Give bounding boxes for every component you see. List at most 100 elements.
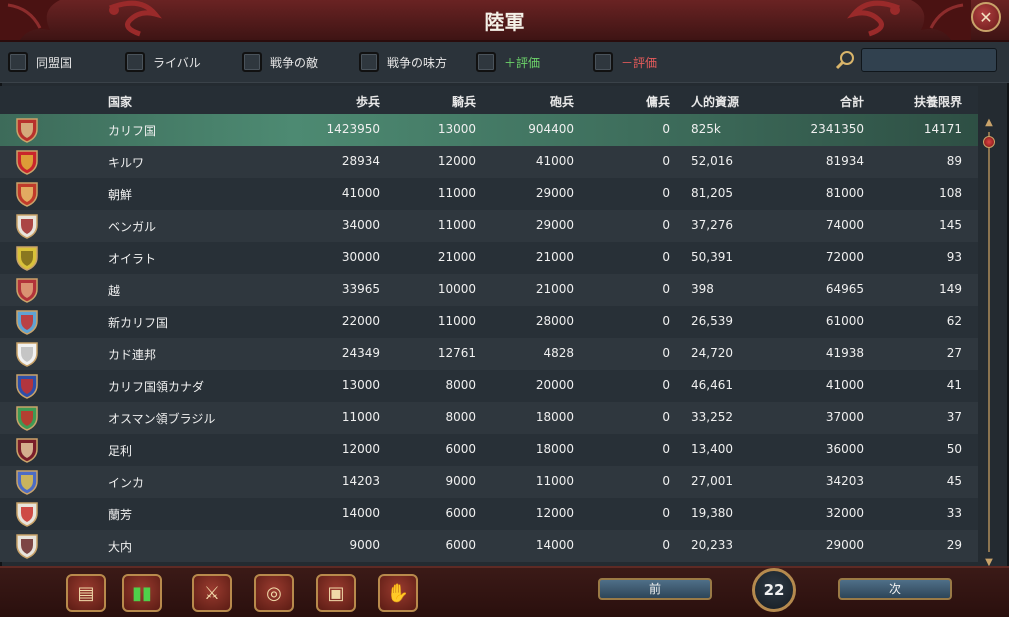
army-button[interactable]: ⚔ — [192, 574, 232, 612]
close-button[interactable]: ✕ — [971, 2, 1001, 32]
artillery-value: 904400 — [528, 122, 574, 136]
search-input[interactable] — [861, 48, 997, 72]
manpower-value: 81,205 — [691, 186, 733, 200]
ornament-right-icon — [911, 0, 971, 40]
filter-label: 戦争の敵 — [270, 55, 319, 70]
artillery-value: 11000 — [535, 474, 574, 488]
country-name: インカ — [108, 476, 145, 490]
infantry-value: 22000 — [341, 314, 380, 328]
checkbox[interactable] — [242, 52, 262, 72]
column-header-artillery[interactable]: 砲兵 — [494, 93, 574, 110]
table-row[interactable]: ベンガル 34000 11000 29000 0 37,276 74000 145 — [0, 210, 978, 242]
country-name: オスマン領ブラジル — [108, 412, 216, 426]
table-header: 国家 歩兵 騎兵 砲兵 傭兵 人的資源 合計 扶養限界 — [0, 86, 978, 116]
cavalry-value: 9000 — [445, 474, 476, 488]
table-row[interactable]: 足利 12000 6000 18000 0 13,400 36000 50 — [0, 434, 978, 466]
table-row[interactable]: オスマン領ブラジル 11000 8000 18000 0 33,252 37000 37 — [0, 402, 978, 434]
column-header-force-limit[interactable]: 扶養限界 — [880, 93, 962, 110]
table-row[interactable]: 朝鮮 41000 11000 29000 0 81,205 81000 108 — [0, 178, 978, 210]
cavalry-value: 6000 — [445, 538, 476, 552]
column-header-infantry[interactable]: 歩兵 — [300, 93, 380, 110]
country-shield-icon — [16, 214, 38, 239]
manpower-value: 33,252 — [691, 410, 733, 424]
table-row[interactable]: カリフ国 1423950 13000 904400 0 825k 2341350 14171 — [0, 114, 978, 146]
economy-button[interactable]: ◎ — [254, 574, 294, 612]
ledger-button[interactable]: ▤ — [66, 574, 106, 612]
mercenaries-value: 0 — [662, 314, 670, 328]
crossed-swords-icon: ⚔ — [203, 582, 221, 604]
column-header-country[interactable]: 国家 — [108, 93, 132, 110]
filter-positive-opinion[interactable]: ＋評価 — [476, 50, 540, 74]
total-value: 32000 — [825, 506, 864, 520]
column-header-mercenaries[interactable]: 傭兵 — [590, 93, 670, 110]
scroll-track[interactable] — [988, 132, 990, 552]
total-value: 41000 — [825, 378, 864, 392]
trade-button[interactable]: ▣ — [316, 574, 356, 612]
country-name: オイラト — [108, 252, 157, 266]
table-row[interactable]: 蘭芳 14000 6000 12000 0 19,380 32000 33 — [0, 498, 978, 530]
total-value: 64965 — [825, 282, 864, 296]
table-row[interactable]: カリフ国領カナダ 13000 8000 20000 0 46,461 41000 41 — [0, 370, 978, 402]
filter-label: 同盟国 — [36, 55, 73, 70]
manpower-value: 19,380 — [691, 506, 733, 520]
filter-allies[interactable]: 同盟国 — [8, 50, 72, 74]
country-shield-icon — [16, 470, 38, 495]
manpower-value: 20,233 — [691, 538, 733, 552]
checkbox[interactable] — [593, 52, 613, 72]
flags-button[interactable]: ▮▮ — [122, 574, 162, 612]
cavalry-value: 12761 — [437, 346, 476, 360]
country-name: ベンガル — [108, 220, 157, 234]
table-row[interactable]: 新カリフ国 22000 11000 28000 0 26,539 61000 62 — [0, 306, 978, 338]
mercenaries-value: 0 — [662, 378, 670, 392]
handshake-icon: ✋ — [386, 582, 410, 604]
mercenaries-value: 0 — [662, 538, 670, 552]
total-value: 2341350 — [810, 122, 864, 136]
artillery-value: 29000 — [535, 218, 574, 232]
table-row[interactable]: キルワ 28934 12000 41000 0 52,016 81934 89 — [0, 146, 978, 178]
checkbox[interactable] — [476, 52, 496, 72]
mercenaries-value: 0 — [662, 474, 670, 488]
force-limit-value: 93 — [946, 250, 962, 264]
cavalry-value: 13000 — [437, 122, 476, 136]
column-header-manpower[interactable]: 人的資源 — [691, 93, 739, 110]
infantry-value: 28934 — [341, 154, 380, 168]
scroll-thumb[interactable] — [983, 136, 995, 148]
cavalry-value: 6000 — [445, 442, 476, 456]
table-row[interactable]: 越 33965 10000 21000 0 398 64965 149 — [0, 274, 978, 306]
filter-negative-opinion[interactable]: －評価 — [593, 50, 657, 74]
country-name: カリフ国 — [108, 124, 157, 138]
diplomacy-button[interactable]: ✋ — [378, 574, 418, 612]
infantry-value: 33965 — [341, 282, 380, 296]
mercenaries-value: 0 — [662, 282, 670, 296]
mercenaries-value: 0 — [662, 186, 670, 200]
checkbox[interactable] — [8, 52, 28, 72]
title-bar: 陸軍 ✕ — [0, 0, 1009, 42]
checkbox[interactable] — [125, 52, 145, 72]
column-header-cavalry[interactable]: 騎兵 — [396, 93, 476, 110]
filter-war-enemies[interactable]: 戦争の敵 — [242, 50, 318, 74]
checkbox[interactable] — [359, 52, 379, 72]
filter-war-allies[interactable]: 戦争の味方 — [359, 50, 447, 74]
next-page-button[interactable]: 次 — [838, 578, 952, 600]
filter-label: ＋評価 — [504, 55, 541, 70]
country-shield-icon — [16, 118, 38, 143]
table-row[interactable]: オイラト 30000 21000 21000 0 50,391 72000 93 — [0, 242, 978, 274]
country-shield-icon — [16, 246, 38, 271]
table-row[interactable]: カド連邦 24349 12761 4828 0 24,720 41938 27 — [0, 338, 978, 370]
table-row[interactable]: インカ 14203 9000 11000 0 27,001 34203 45 — [0, 466, 978, 498]
artillery-value: 18000 — [535, 410, 574, 424]
scroll-up-icon[interactable]: ▲ — [984, 118, 994, 128]
mercenaries-value: 0 — [662, 250, 670, 264]
prev-page-button[interactable]: 前 — [598, 578, 712, 600]
manpower-value: 52,016 — [691, 154, 733, 168]
flags-icon: ▮▮ — [132, 582, 152, 604]
table-row[interactable]: 大内 9000 6000 14000 0 20,233 29000 29 — [0, 530, 978, 562]
infantry-value: 24349 — [341, 346, 380, 360]
scrollbar[interactable]: ▲ ▼ — [982, 118, 996, 568]
infantry-value: 1423950 — [326, 122, 380, 136]
filter-rivals[interactable]: ライバル — [125, 50, 201, 74]
filter-label: 戦争の味方 — [387, 55, 448, 70]
search-icon[interactable] — [834, 49, 856, 71]
column-header-total[interactable]: 合計 — [784, 93, 864, 110]
filter-label: ライバル — [153, 55, 201, 70]
